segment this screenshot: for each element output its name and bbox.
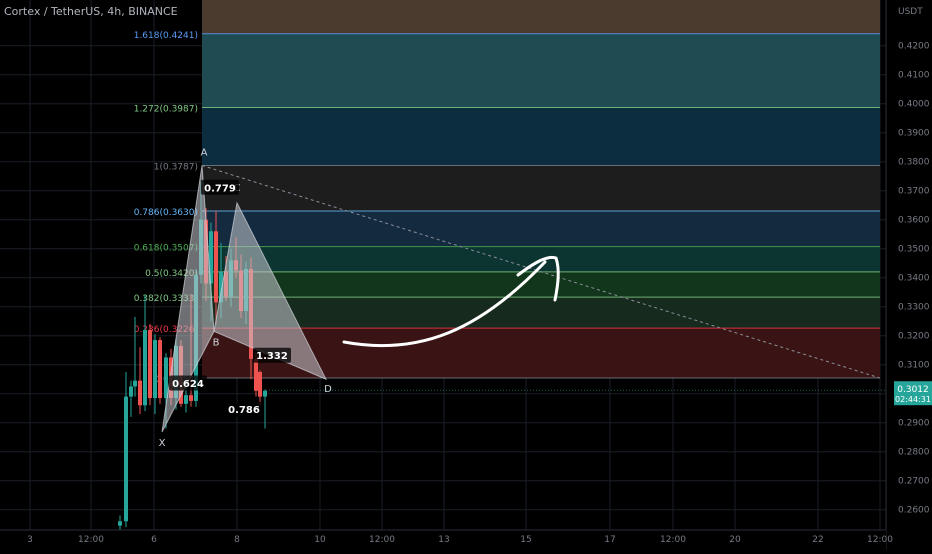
price-tick-label: 0.4200 [898, 42, 930, 52]
candle[interactable] [158, 337, 162, 404]
current-price-countdown: 02:44:31 [895, 395, 931, 404]
price-tick-label: 0.3200 [898, 332, 930, 342]
harmonic-ratio-label: 0.624 [172, 379, 204, 390]
chart-title: Cortex / TetherUS, 4h, BINANCE [4, 5, 178, 18]
currency-label: USDT [898, 7, 923, 17]
price-chart[interactable]: 1.618(0.4241) 1.272(0.3987) 1(0.3787) 0.786… [0, 0, 932, 550]
candle-body [184, 395, 188, 404]
price-tick-label: 0.2800 [898, 448, 930, 458]
price-tick-label: 0.3300 [898, 303, 930, 313]
price-tick-label: 0.4100 [898, 71, 930, 81]
time-tick-label: 3 [27, 535, 33, 545]
time-tick-label: 20 [729, 535, 741, 545]
price-tick-label: 0.3800 [898, 158, 930, 168]
time-tick-label: 22 [812, 535, 823, 545]
time-tick-label: 8 [234, 535, 240, 545]
harmonic-ratio-label: 0.786 [228, 405, 260, 416]
fib-level-label: 1.272(0.3987) [134, 104, 198, 114]
harmonic-ratio-label: 0.779 [204, 183, 236, 194]
time-tick-label: 12:00 [369, 535, 395, 545]
candle-body [133, 380, 137, 387]
candle[interactable] [143, 295, 147, 412]
candle-body [143, 329, 147, 406]
fib-zone [202, 271, 880, 298]
candle[interactable] [124, 371, 128, 528]
price-tick-label: 0.4000 [898, 100, 930, 110]
candle[interactable] [138, 347, 142, 414]
time-tick-label: 15 [520, 535, 531, 545]
candle[interactable] [118, 515, 122, 531]
fib-zone [202, 211, 880, 247]
current-price-value: 0.3012 [897, 385, 929, 395]
price-tick-label: 0.2600 [898, 506, 930, 516]
price-tick-label: 0.2700 [898, 477, 930, 487]
candle-body [158, 340, 162, 399]
candle-body [124, 396, 128, 522]
time-tick-label: 10 [314, 535, 326, 545]
fib-zone [202, 297, 880, 329]
fib-zone-top [202, 0, 880, 34]
chart-area[interactable]: 1.618(0.4241) 1.272(0.3987) 1(0.3787) 0.786… [0, 0, 932, 550]
candle-body [129, 386, 133, 397]
candle-body [254, 358, 258, 391]
harmonic-ratio-label: 1.332 [256, 351, 288, 362]
candle-body [189, 395, 193, 401]
fib-zone [202, 165, 880, 211]
fib-zone [202, 107, 880, 166]
time-tick-label: 13 [438, 535, 449, 545]
price-tick-label: 0.3400 [898, 274, 930, 284]
time-tick-label: 12:00 [660, 535, 686, 545]
price-tick-label: 0.3700 [898, 187, 930, 197]
fib-level-label: 0.786(0.3630) [134, 208, 198, 218]
candle[interactable] [258, 370, 262, 406]
candle[interactable] [148, 324, 152, 406]
candle-body [258, 371, 262, 397]
candle-body [153, 340, 157, 399]
candle[interactable] [129, 380, 133, 417]
fib-zone [202, 33, 880, 108]
price-tick-label: 0.3900 [898, 129, 930, 139]
price-tick-label: 0.3600 [898, 216, 930, 226]
harmonic-point-label: D [324, 384, 332, 395]
candle-body [214, 231, 218, 303]
time-tick-label: 12:00 [78, 535, 104, 545]
fib-level-label: 1(0.3787) [154, 162, 198, 172]
fib-level-label: 1.618(0.4241) [134, 31, 198, 41]
harmonic-point-label: X [159, 438, 166, 449]
candle-body [148, 329, 152, 399]
candle-body [164, 357, 168, 399]
candle-body [263, 390, 267, 397]
fib-level-label: 0.618(0.3507) [134, 244, 198, 254]
harmonic-point-label: B [213, 337, 220, 348]
time-tick-label: 6 [151, 535, 157, 545]
price-tick-label: 0.3100 [898, 361, 930, 371]
candle-body [118, 521, 122, 526]
price-tick-label: 0.2900 [898, 419, 930, 429]
time-tick-label: 17 [604, 535, 615, 545]
candle-body [138, 380, 142, 406]
harmonic-point-label: A [201, 147, 208, 158]
time-tick-label: 12:00 [867, 535, 893, 545]
price-tick-label: 0.3500 [898, 245, 930, 255]
